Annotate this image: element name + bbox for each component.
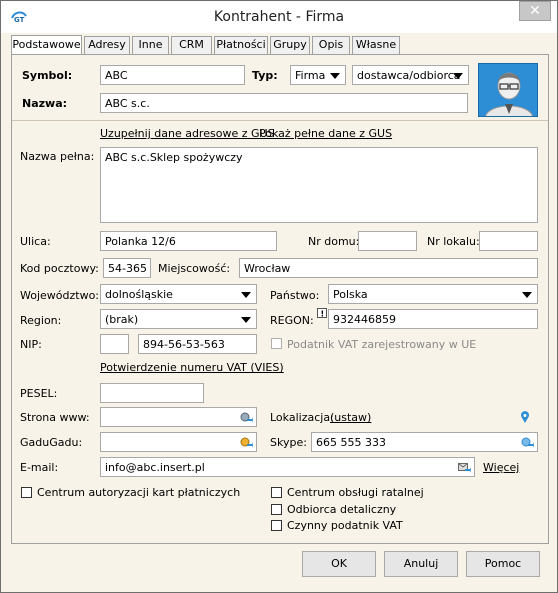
- flat-number-label: Nr lokalu:: [427, 235, 480, 248]
- installment-center-label: Centrum obsługi ratalnej: [287, 486, 424, 499]
- region-select[interactable]: (brak): [100, 309, 257, 329]
- card-center-checkbox[interactable]: [21, 487, 32, 498]
- flat-number-field[interactable]: [479, 231, 538, 251]
- location-set-link[interactable]: (ustaw): [330, 411, 371, 424]
- kind-select-value: dostawca/odbiorca: [357, 69, 461, 82]
- gadugadu-icon[interactable]: [240, 437, 253, 448]
- tab-wlasne[interactable]: Własne: [352, 36, 400, 54]
- house-number-field[interactable]: [358, 231, 417, 251]
- voivodeship-select[interactable]: dolnośląskie: [100, 284, 257, 304]
- nip-label: NIP:: [20, 338, 42, 351]
- typ-select-value: Firma: [295, 69, 326, 82]
- chevron-down-icon: [453, 73, 463, 79]
- tab-opis[interactable]: Opis: [312, 36, 350, 54]
- nazwa-field[interactable]: ABC s.c.: [100, 93, 468, 113]
- tab-adresy[interactable]: Adresy: [84, 36, 130, 54]
- skype-field[interactable]: 665 555 333: [311, 432, 538, 452]
- pesel-field[interactable]: [100, 383, 204, 403]
- retail-receiver-label: Odbiorca detaliczny: [287, 503, 397, 516]
- gadugadu-label: GaduGadu:: [20, 436, 83, 449]
- regon-warning-icon[interactable]: !: [317, 308, 327, 318]
- region-select-value: (brak): [105, 313, 139, 326]
- country-select[interactable]: Polska: [328, 284, 538, 304]
- full-name-field[interactable]: ABC s.c.Sklep spożywczy: [100, 147, 538, 223]
- open-website-icon[interactable]: [240, 412, 253, 423]
- vat-ue-checkbox[interactable]: [271, 338, 282, 349]
- www-field[interactable]: [100, 407, 257, 427]
- skype-label: Skype:: [270, 436, 307, 449]
- www-label: Strona www:: [20, 411, 90, 424]
- house-number-label: Nr domu:: [308, 235, 360, 248]
- title-bar: GT Kontrahent - Firma ✕: [1, 1, 557, 33]
- more-link[interactable]: Więcej: [483, 461, 519, 474]
- postal-code-field[interactable]: 54-365: [103, 258, 151, 278]
- postal-code-label: Kod pocztowy:: [20, 262, 99, 275]
- nip-field[interactable]: 894-56-53-563: [138, 334, 257, 354]
- contractor-avatar[interactable]: [478, 63, 538, 117]
- installment-center-checkbox[interactable]: [271, 487, 282, 498]
- street-label: Ulica:: [20, 235, 51, 248]
- tab-platnosci[interactable]: Płatności: [214, 36, 268, 54]
- voivodeship-select-value: dolnośląskie: [105, 288, 173, 301]
- typ-select[interactable]: Firma: [290, 65, 346, 85]
- chevron-down-icon: [330, 73, 340, 79]
- ok-button[interactable]: OK: [302, 551, 376, 577]
- send-email-icon[interactable]: [458, 462, 471, 473]
- header-separator: [12, 120, 548, 121]
- active-vat-label: Czynny podatnik VAT: [287, 519, 403, 532]
- vat-ue-label: Podatnik VAT zarejestrowany w UE: [287, 338, 477, 351]
- typ-label: Typ:: [252, 69, 278, 82]
- kind-select[interactable]: dostawca/odbiorca: [352, 65, 469, 85]
- card-center-label: Centrum autoryzacji kart płatniczych: [37, 486, 241, 499]
- chevron-down-icon: [241, 292, 251, 298]
- retail-receiver-checkbox[interactable]: [271, 504, 282, 515]
- window-title: Kontrahent - Firma: [213, 9, 345, 25]
- pesel-label: PESEL:: [20, 387, 58, 400]
- regon-field[interactable]: 932446859: [328, 309, 538, 329]
- gadugadu-field[interactable]: [100, 432, 257, 452]
- map-pin-icon[interactable]: [520, 411, 530, 423]
- city-label: Miejscowość:: [158, 262, 231, 275]
- email-field[interactable]: info@abc.insert.pl: [100, 457, 475, 477]
- gus-fill-link[interactable]: Uzupełnij dane adresowe z GUS: [100, 127, 275, 140]
- voivodeship-label: Województwo:: [20, 289, 100, 302]
- nip-prefix-field[interactable]: [100, 334, 129, 354]
- symbol-field[interactable]: ABC: [100, 65, 245, 85]
- city-field[interactable]: Wrocław: [239, 258, 538, 278]
- full-name-label: Nazwa pełna:: [20, 150, 95, 163]
- symbol-label: Symbol:: [22, 69, 73, 82]
- region-label: Region:: [20, 314, 62, 327]
- nazwa-label: Nazwa:: [22, 97, 68, 110]
- help-button[interactable]: Pomoc: [466, 551, 540, 577]
- location-label: Lokalizacja:: [270, 411, 334, 424]
- regon-label: REGON:: [270, 314, 314, 327]
- country-select-value: Polska: [333, 288, 368, 301]
- chevron-down-icon: [522, 292, 532, 298]
- tab-podstawowe[interactable]: Podstawowe: [11, 35, 82, 54]
- tab-crm[interactable]: CRM: [171, 36, 212, 54]
- chevron-down-icon: [241, 317, 251, 323]
- tab-grupy[interactable]: Grupy: [270, 36, 310, 54]
- active-vat-checkbox[interactable]: [271, 520, 282, 531]
- vies-link[interactable]: Potwierdzenie numeru VAT (VIES): [100, 361, 284, 374]
- close-button[interactable]: ✕: [519, 1, 551, 21]
- street-field[interactable]: Polanka 12/6: [100, 231, 277, 251]
- skype-icon[interactable]: [521, 437, 534, 448]
- gus-show-link[interactable]: Pokaż pełne dane z GUS: [259, 127, 392, 140]
- dialog-window: GT Kontrahent - Firma ✕ Podstawowe Adres…: [0, 0, 558, 593]
- svg-text:!: !: [321, 310, 325, 319]
- main-panel: Symbol: ABC Typ: Firma dostawca/odbiorca…: [11, 54, 549, 544]
- cancel-button[interactable]: Anuluj: [384, 551, 458, 577]
- country-label: Państwo:: [270, 289, 320, 302]
- person-icon: [485, 72, 533, 116]
- email-label: E-mail:: [20, 461, 59, 474]
- tab-inne[interactable]: Inne: [132, 36, 169, 54]
